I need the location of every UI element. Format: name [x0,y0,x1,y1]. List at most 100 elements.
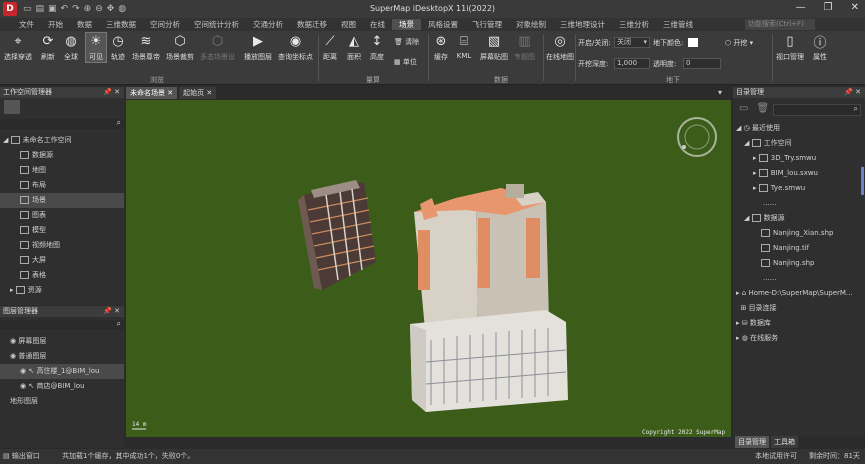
pan-icon[interactable]: ✥ [107,4,115,14]
tree-datasource[interactable]: 数据源 [0,148,124,163]
tree-resources[interactable]: ▸ 资源 [0,283,124,298]
menu-traffic[interactable]: 交通分析 [246,19,290,30]
viewport-button[interactable]: ▯ 视口管理 [776,33,804,62]
tree-model[interactable]: 模型 [0,223,124,238]
menu-data[interactable]: 数据 [70,19,99,30]
dir-connection[interactable]: ⊞ 目录连接 [733,301,865,316]
layer-toolbar[interactable]: ⌕ [0,319,124,330]
directory-search-input[interactable]: ⌕ [773,104,861,116]
visible-button[interactable]: ☀ 可见 [85,32,107,63]
close-icon[interactable]: ✕ [167,89,173,97]
dir-file-tye[interactable]: ▸ Tye.smwu [733,181,865,196]
menu-flight[interactable]: 飞行管理 [465,19,509,30]
layer-building[interactable]: ◉ ↖ 高住楼_1@BIM_lou [0,364,124,379]
pin-icon[interactable]: 📌 ✕ [103,87,120,98]
close-icon[interactable]: ✕ [206,89,212,97]
dir-database[interactable]: ▸ ⛁ 数据库 [733,316,865,331]
layer-normal[interactable]: ◉ 普通图层 [0,349,124,364]
workspace-open-icon[interactable] [24,100,40,114]
tree-table[interactable]: 表格 [0,268,124,283]
maximize-icon[interactable]: ❐ [824,2,833,13]
dir-nanjing-xian[interactable]: Nanjing_Xian.shp [733,226,865,241]
workspace-search-bar[interactable]: ⌕ [0,118,124,129]
menu-spatial-analysis[interactable]: 空间分析 [143,19,187,30]
pin-icon[interactable]: 📌 ✕ [103,306,120,317]
dir-workspace[interactable]: ◢ 工作空间 [733,136,865,151]
scene-view[interactable]: 14 m Copyright 2022 SuperMap [126,100,731,437]
height-button[interactable]: ↕ 高度 [369,33,385,62]
tab-toolbox[interactable]: 工具箱 [771,436,798,448]
minimize-icon[interactable]: — [796,2,806,13]
multi-scene-button[interactable]: ⬡ 多态场景设 [200,33,235,62]
depth-input[interactable]: 1,000 [614,58,650,69]
tab-dropdown-icon[interactable]: ▾ [718,88,722,97]
pin-icon[interactable]: 📌 ✕ [844,87,861,98]
distance-button[interactable]: ⟋ 距离 [322,33,338,62]
new-icon[interactable]: ▭ [23,4,32,14]
small-building-model[interactable] [298,180,376,290]
folder-add-icon[interactable]: ▭ [739,103,756,114]
dir-file-bimlou[interactable]: ▸ BIM_lou.sxwu [733,166,865,181]
menu-draw[interactable]: 对象绘制 [509,19,553,30]
tree-map[interactable]: 地图 [0,163,124,178]
dir-online-service[interactable]: ▸ ◍ 在线服务 [733,331,865,346]
eye-icon[interactable]: ◉ [10,337,16,345]
opacity-input[interactable]: 0 [683,58,721,69]
tree-workspace[interactable]: ◢ 未命名工作空间 [0,133,124,148]
dir-datasource[interactable]: ◢ 数据源 [733,211,865,226]
menu-3d-analysis[interactable]: 三维分析 [612,19,656,30]
eye-icon[interactable]: ◉ [20,382,26,390]
play-layer-button[interactable]: ▶ 播放图层 [244,33,272,62]
directory-scrollbar[interactable] [861,167,864,195]
dir-more-2[interactable]: ...... [733,271,865,286]
dir-file-3dtry[interactable]: ▸ 3D_Try.smwu [733,151,865,166]
special-button[interactable]: ▥ 专题图 [514,33,535,62]
dir-nanjing-tif[interactable]: Nanjing.tif [733,241,865,256]
menu-scene[interactable]: 场景 [392,19,421,30]
open-close-select[interactable]: 关闭 ▾ [614,37,650,48]
props-button[interactable]: ⓘ 属性 [812,33,828,62]
eye-icon[interactable]: ◉ [10,352,16,360]
tab-scene[interactable]: 未命名场景 ✕ [126,87,178,99]
output-window-button[interactable]: ▤ 输出窗口 [3,449,40,464]
menu-3d-data[interactable]: 三维数据 [99,19,143,30]
unit-button[interactable]: ▦ 单位 [394,57,417,67]
menu-3d-pipe[interactable]: 三维管线 [656,19,700,30]
menu-3d-design[interactable]: 三维地理设计 [553,19,612,30]
zoom-in-icon[interactable]: ⊕ [84,4,92,14]
open-icon[interactable]: ▤ [36,4,45,14]
track-button[interactable]: ◷ 轨迹 [110,33,126,62]
globe-icon[interactable]: ◍ [118,4,126,14]
layer-shop[interactable]: ◉ ↖ 商店@BIM_lou [0,379,124,394]
menu-style[interactable]: 风格设置 [421,19,465,30]
screen-snap-button[interactable]: ▧ 屏幕贴图 [480,33,508,62]
kml-button[interactable]: ⌸ KML [456,33,472,61]
excavate-toggle[interactable]: ⬡ 开挖 ▾ [725,38,753,48]
menu-spatial-stats[interactable]: 空间统计分析 [187,19,246,30]
area-button[interactable]: ◭ 面积 [346,33,362,62]
menu-view[interactable]: 视图 [334,19,363,30]
dir-nanjing-shp[interactable]: Nanjing.shp [733,256,865,271]
dir-home[interactable]: ▸ ⌂ Home-D:\SuperMap\SuperM... [733,286,865,301]
layer-terrain[interactable]: 地形图层 [0,394,124,409]
select-icon[interactable]: ↖ [28,382,34,390]
redo-icon[interactable]: ↷ [72,4,80,14]
compass-ring[interactable] [677,117,717,157]
select-icon[interactable]: ↖ [28,367,34,375]
tree-video-map[interactable]: 视频地图 [0,238,124,253]
undo-icon[interactable]: ↶ [61,4,69,14]
menu-migration[interactable]: 数据迁移 [290,19,334,30]
tab-start-page[interactable]: 起始页 ✕ [179,87,217,99]
online-map-button[interactable]: ◎ 在线地图 [546,33,574,62]
underground-color-swatch[interactable] [688,38,698,47]
large-building-model[interactable] [410,184,568,412]
menu-start[interactable]: 开始 [41,19,70,30]
save-icon[interactable]: ▣ [48,4,57,14]
function-search-input[interactable]: 功能搜索(Ctrl+F) [745,19,815,30]
query-coords-button[interactable]: ◉ 查询坐标点 [278,33,313,62]
refresh-button[interactable]: ⟳ 刷新 [40,33,56,62]
tree-chart[interactable]: 图表 [0,208,124,223]
dir-recent[interactable]: ◢ ◷ 最近使用 [733,121,865,136]
full-globe-button[interactable]: ◍ 全球 [63,33,79,62]
select-penetrate-button[interactable]: ⌖ 选择穿透 [4,33,32,62]
